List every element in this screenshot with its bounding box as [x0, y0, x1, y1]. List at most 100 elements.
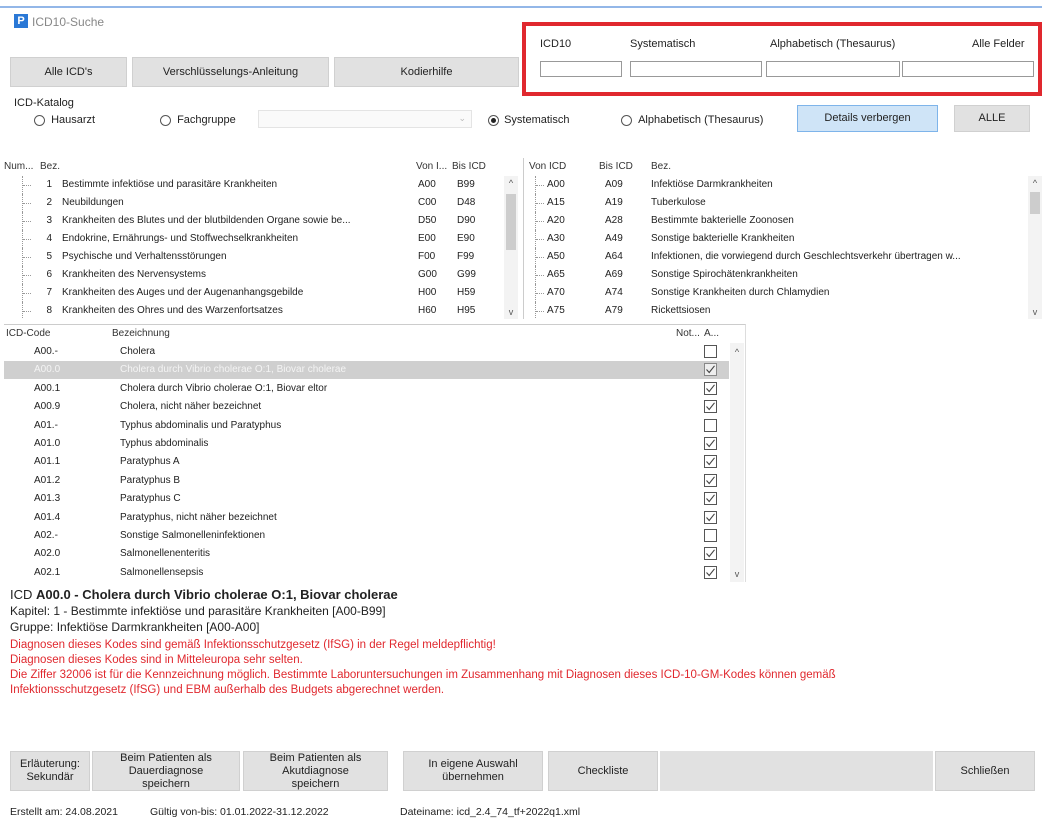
groups-scroll-thumb[interactable]: [1030, 192, 1040, 214]
table-row[interactable]: 4 Endokrine, Ernährungs- und Stoffwechsel…: [4, 230, 523, 248]
icd-code: A02.0: [34, 548, 61, 560]
code-checkbox[interactable]: [704, 400, 717, 414]
table-row[interactable]: A00 A09 Infektiöse Darmkrankheiten: [525, 176, 1042, 194]
icd10-input[interactable]: [540, 61, 622, 77]
checklist-button[interactable]: Checkliste: [548, 751, 658, 791]
scroll-down-icon[interactable]: v: [504, 305, 518, 319]
groups-header-bez[interactable]: Bez.: [651, 158, 671, 176]
scroll-up-icon[interactable]: ^: [504, 176, 518, 190]
coding-help-button[interactable]: Kodierhilfe: [334, 57, 519, 87]
table-row[interactable]: 2 Neubildungen C00 D48: [4, 194, 523, 212]
table-row[interactable]: A00.9 Cholera, nicht näher bezeichnet: [4, 398, 729, 416]
details-title: ICD A00.0 - Cholera durch Vibrio cholera…: [10, 586, 1035, 603]
erlaeuterung-button[interactable]: Erläuterung: Sekundär: [10, 751, 90, 791]
chapters-header-num[interactable]: Num...: [4, 158, 33, 176]
code-checkbox[interactable]: [704, 529, 717, 542]
code-checkbox[interactable]: [704, 547, 717, 561]
systematic-input[interactable]: [630, 61, 762, 77]
codes-header-bez[interactable]: Bezeichnung: [112, 325, 170, 343]
chapters-header-from[interactable]: Von I...: [416, 158, 447, 176]
alphabetic-input[interactable]: [766, 61, 900, 77]
chapters-header-bez[interactable]: Bez.: [40, 158, 60, 176]
radio-systematisch-label: Systematisch: [504, 114, 570, 127]
code-checkbox[interactable]: [704, 418, 717, 432]
scroll-up-icon[interactable]: ^: [1028, 176, 1042, 190]
table-row[interactable]: A02.1 Salmonellensepsis: [4, 564, 729, 582]
save-permanent-diagnosis-button[interactable]: Beim Patienten als Dauerdiagnose speiche…: [92, 751, 240, 791]
groups-table[interactable]: Von ICD Bis ICD Bez. A00 A09 Infektiöse Da…: [525, 158, 1042, 319]
table-row[interactable]: A01.0 Typhus abdominalis: [4, 435, 729, 453]
table-row[interactable]: A30 A49 Sonstige bakterielle Krankheiten: [525, 230, 1042, 248]
icd-bezeichnung: Typhus abdominalis: [120, 438, 209, 449]
codes-header-code[interactable]: ICD-Code: [6, 325, 50, 343]
codes-scroll-thumb[interactable]: [732, 363, 742, 543]
table-row[interactable]: A01.3 Paratyphus C: [4, 490, 729, 508]
details-toggle-button[interactable]: Details verbergen: [797, 105, 938, 132]
status-created: Erstellt am: 24.08.2021: [10, 806, 118, 818]
table-row[interactable]: 1 Bestimmte infektiöse und parasitäre Kra…: [4, 176, 523, 194]
all-button[interactable]: ALLE: [954, 105, 1030, 132]
checkmark-icon: [706, 402, 715, 411]
table-row[interactable]: A00.0 Cholera durch Vibrio cholerae O:1, …: [4, 361, 729, 380]
icd-bezeichnung: Sonstige Salmonelleninfektionen: [120, 530, 266, 541]
scroll-up-icon[interactable]: ^: [730, 345, 744, 359]
table-row[interactable]: 6 Krankheiten des Nervensystems G00 G99: [4, 266, 523, 284]
table-row[interactable]: A20 A28 Bestimmte bakterielle Zoonosen: [525, 212, 1042, 230]
add-to-selection-button[interactable]: In eigene Auswahl übernehmen: [403, 751, 543, 791]
radio-hausarzt-label: Hausarzt: [51, 114, 96, 127]
table-row[interactable]: A01.4 Paratyphus, nicht näher bezeichnet: [4, 509, 729, 527]
table-row[interactable]: 7 Krankheiten des Auges und der Augenanha…: [4, 284, 523, 302]
radio-systematisch[interactable]: Systematisch: [488, 114, 569, 126]
chapters-table[interactable]: Num... Bez. Von I... Bis ICD 1 Bestimmte …: [4, 158, 524, 319]
radio-hausarzt[interactable]: Hausarzt: [34, 114, 95, 126]
table-row[interactable]: A70 A74 Sonstige Krankheiten durch Chlamyd…: [525, 284, 1042, 302]
code-checkbox[interactable]: [704, 473, 717, 487]
table-row[interactable]: A01.1 Paratyphus A: [4, 453, 729, 471]
chapters-header-to[interactable]: Bis ICD: [452, 158, 486, 176]
table-row[interactable]: 3 Krankheiten des Blutes und der blutbild…: [4, 212, 523, 230]
code-checkbox[interactable]: [704, 381, 717, 395]
close-button[interactable]: Schließen: [935, 751, 1035, 791]
code-checkbox[interactable]: [704, 363, 717, 377]
table-row[interactable]: A65 A69 Sonstige Spirochätenkrankheiten: [525, 266, 1042, 284]
icd-code: A00.0: [34, 364, 61, 376]
table-row[interactable]: A15 A19 Tuberkulose: [525, 194, 1042, 212]
code-checkbox[interactable]: [704, 510, 717, 524]
groups-header-to[interactable]: Bis ICD: [599, 158, 633, 176]
table-row[interactable]: A01.- Typhus abdominalis und Paratyphus: [4, 417, 729, 435]
table-row[interactable]: A50 A64 Infektionen, die vorwiegend durch …: [525, 248, 1042, 266]
code-checkbox[interactable]: [704, 455, 717, 469]
all-icd-button[interactable]: Alle ICD's: [10, 57, 127, 87]
groups-header-from[interactable]: Von ICD: [529, 158, 566, 176]
table-row[interactable]: A02.- Sonstige Salmonelleninfektionen: [4, 527, 729, 545]
table-row[interactable]: A75 A79 Rickettsiosen: [525, 302, 1042, 319]
groups-scrollbar[interactable]: ^ v: [1028, 176, 1042, 319]
fachgruppe-select[interactable]: ⌄: [258, 110, 472, 128]
code-checkbox[interactable]: [704, 492, 717, 506]
code-checkbox[interactable]: [704, 565, 717, 579]
chapters-scroll-thumb[interactable]: [506, 194, 516, 250]
table-row[interactable]: 8 Krankheiten des Ohres und des Warzenfor…: [4, 302, 523, 319]
code-checkbox[interactable]: [704, 345, 717, 358]
codes-header-not[interactable]: Not...: [676, 325, 700, 343]
all-fields-input[interactable]: [902, 61, 1034, 77]
radio-alphabetisch[interactable]: Alphabetisch (Thesaurus): [621, 114, 763, 126]
table-row[interactable]: A00.1 Cholera durch Vibrio cholerae O:1, …: [4, 380, 729, 398]
group-to: A19: [605, 197, 623, 208]
scroll-down-icon[interactable]: v: [1028, 305, 1042, 319]
table-row[interactable]: A02.0 Salmonellenenteritis: [4, 545, 729, 563]
codes-table[interactable]: ICD-Code Bezeichnung Not... A... A00.- Ch…: [4, 324, 746, 582]
radio-fachgruppe[interactable]: Fachgruppe: [160, 114, 236, 126]
table-row[interactable]: A01.2 Paratyphus B: [4, 472, 729, 490]
code-checkbox[interactable]: [704, 437, 717, 450]
group-to: A28: [605, 215, 623, 226]
scroll-down-icon[interactable]: v: [730, 567, 744, 581]
chapters-scrollbar[interactable]: ^ v: [504, 176, 518, 319]
details-warning-4: Infektionsschutzgesetz (IfSG) und EBM au…: [10, 684, 445, 696]
table-row[interactable]: A00.- Cholera: [4, 343, 729, 361]
codes-scrollbar[interactable]: ^ v: [730, 343, 744, 582]
encoding-guide-button[interactable]: Verschlüsselungs-Anleitung: [132, 57, 329, 87]
codes-header-a[interactable]: A...: [704, 325, 719, 343]
table-row[interactable]: 5 Psychische und Verhaltensstörungen F00 F9…: [4, 248, 523, 266]
save-acute-diagnosis-button[interactable]: Beim Patienten als Akutdiagnose speicher…: [243, 751, 388, 791]
